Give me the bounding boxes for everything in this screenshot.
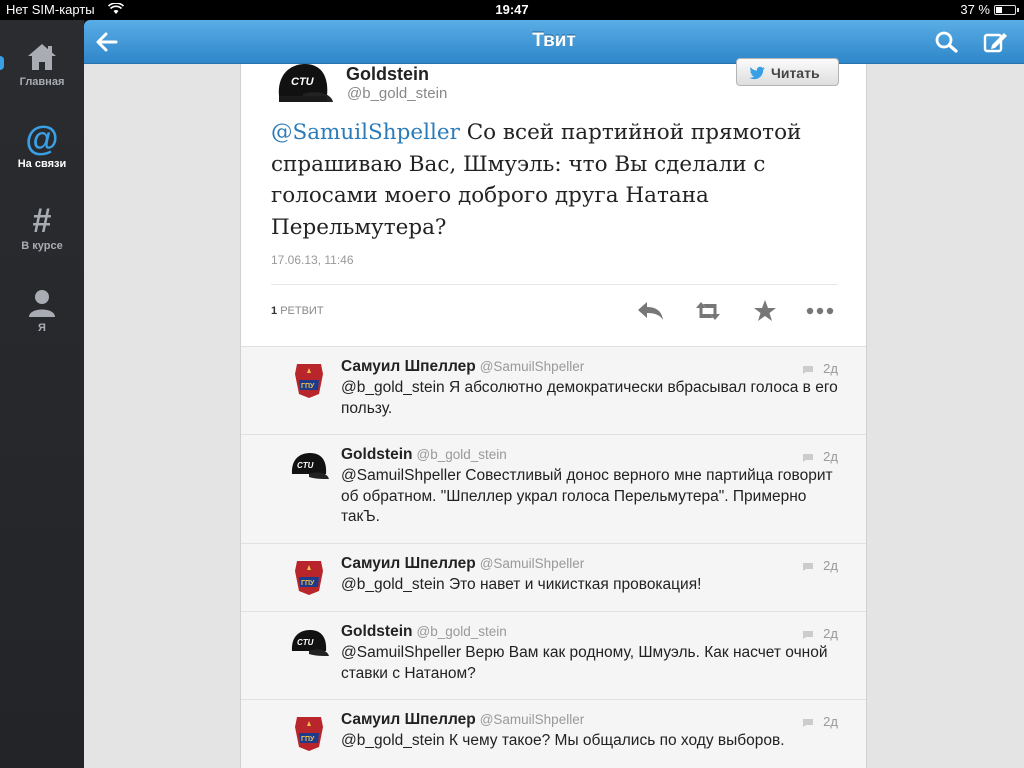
reply-text: @SamuilShpeller Совестливый донос верног…	[341, 467, 833, 525]
tweet-detail-panel: CTU Goldstein @b_gold_stein Читать @Samu…	[240, 58, 867, 768]
search-icon[interactable]	[934, 30, 960, 54]
reply-text: @b_gold_stein К чему такое? Мы общались …	[341, 732, 785, 749]
svg-text:CTU: CTU	[297, 461, 314, 470]
reply-author[interactable]: Goldstein @b_gold_stein	[341, 446, 507, 464]
home-icon	[0, 38, 84, 76]
list-item[interactable]: ГПУ Самуил Шпеллер @SamuilShpeller 2д @b_…	[241, 544, 866, 612]
conversation-icon	[802, 559, 814, 571]
reply-text: @b_gold_stein Это навет и чикисткая пров…	[341, 576, 702, 593]
conversation-icon	[802, 450, 814, 462]
avatar[interactable]: ГПУ	[289, 713, 329, 753]
reply-time: 2д	[823, 361, 838, 376]
reply-text: @b_gold_stein Я абсолютно демократически…	[341, 379, 838, 417]
person-icon	[0, 284, 84, 322]
sidebar-item-home[interactable]: Главная	[0, 38, 84, 108]
list-item[interactable]: CTU Goldstein @b_gold_stein 2д @SamuilShp…	[241, 612, 866, 700]
reply-icon[interactable]	[635, 296, 667, 326]
more-options-icon[interactable]	[804, 296, 836, 326]
replies-list: ГПУ Самуил Шпеллер @SamuilShpeller 2д @b_…	[241, 346, 866, 768]
reply-handle: @SamuilShpeller	[479, 556, 585, 571]
reply-author[interactable]: Самуил Шпеллер @SamuilShpeller	[341, 555, 584, 573]
follow-button[interactable]: Читать	[736, 58, 839, 86]
retweet-icon[interactable]	[692, 296, 724, 326]
hash-icon: #	[32, 202, 52, 240]
reply-handle: @b_gold_stein	[416, 447, 507, 462]
tweet-timestamp: 17.06.13, 11:46	[271, 253, 354, 267]
svg-text:ГПУ: ГПУ	[301, 736, 315, 743]
svg-text:CTU: CTU	[291, 76, 315, 88]
main-tweet: CTU Goldstein @b_gold_stein Читать @Samu…	[241, 58, 866, 346]
sidebar-item-label: Главная	[19, 76, 65, 88]
author-handle[interactable]: @b_gold_stein	[347, 85, 447, 102]
svg-text:ГПУ: ГПУ	[301, 580, 315, 587]
reply-text: @SamuilShpeller Верю Вам как родному, Шм…	[341, 644, 828, 682]
sidebar-item-discover[interactable]: # В курсе	[0, 202, 84, 272]
follow-button-label: Читать	[771, 65, 820, 81]
avatar[interactable]: ГПУ	[289, 557, 329, 597]
reply-author[interactable]: Самуил Шпеллер @SamuilShpeller	[341, 358, 584, 376]
reply-time: 2д	[823, 626, 838, 641]
conversation-icon	[802, 715, 814, 727]
twitter-bird-icon	[749, 66, 766, 83]
list-item[interactable]: ГПУ Самуил Шпеллер @SamuilShpeller 2д @b_…	[241, 700, 866, 768]
reply-handle: @SamuilShpeller	[479, 359, 585, 374]
svg-text:ГПУ: ГПУ	[301, 383, 315, 390]
battery-icon	[994, 5, 1019, 15]
sidebar: Главная @ На связи # В курсе Я	[0, 20, 84, 768]
list-item[interactable]: CTU Goldstein @b_gold_stein 2д @SamuilShp…	[241, 435, 866, 544]
reply-time: 2д	[823, 714, 838, 729]
conversation-icon	[802, 362, 814, 374]
avatar[interactable]: CTU	[273, 58, 333, 112]
tweet-text: @SamuilShpeller Со всей партийной прямот…	[271, 117, 841, 243]
mention-link[interactable]: @SamuilShpeller	[271, 120, 460, 145]
avatar[interactable]: ГПУ	[289, 360, 329, 400]
reply-handle: @SamuilShpeller	[479, 712, 585, 727]
reply-time: 2д	[823, 558, 838, 573]
sidebar-item-connect[interactable]: @ На связи	[0, 120, 84, 190]
svg-text:CTU: CTU	[297, 638, 314, 647]
avatar[interactable]: CTU	[289, 625, 329, 665]
reply-handle: @b_gold_stein	[416, 624, 507, 639]
reply-time: 2д	[823, 449, 838, 464]
divider	[271, 284, 838, 285]
retweet-count[interactable]: 1 РЕТВИТ	[271, 305, 324, 317]
conversation-icon	[802, 627, 814, 639]
list-item[interactable]: ГПУ Самуил Шпеллер @SamuilShpeller 2д @b_…	[241, 347, 866, 435]
page-title: Твит	[532, 30, 576, 51]
reply-author[interactable]: Goldstein @b_gold_stein	[341, 623, 507, 641]
clock: 19:47	[495, 2, 529, 17]
sidebar-item-label: В курсе	[21, 240, 63, 252]
sidebar-item-me[interactable]: Я	[0, 284, 84, 354]
author-name[interactable]: Goldstein	[346, 64, 429, 85]
favorite-star-icon[interactable]	[749, 296, 781, 326]
avatar[interactable]: CTU	[289, 448, 329, 488]
reply-author[interactable]: Самуил Шпеллер @SamuilShpeller	[341, 711, 584, 729]
at-icon: @	[25, 120, 59, 158]
top-nav-bar: Твит	[84, 20, 1024, 64]
status-bar: Нет SIM-карты 19:47 37 %	[0, 0, 1024, 20]
sidebar-item-label: На связи	[17, 158, 67, 170]
sidebar-item-label: Я	[38, 322, 46, 334]
compose-icon[interactable]	[982, 29, 1008, 55]
battery-percent: 37 %	[960, 2, 990, 17]
